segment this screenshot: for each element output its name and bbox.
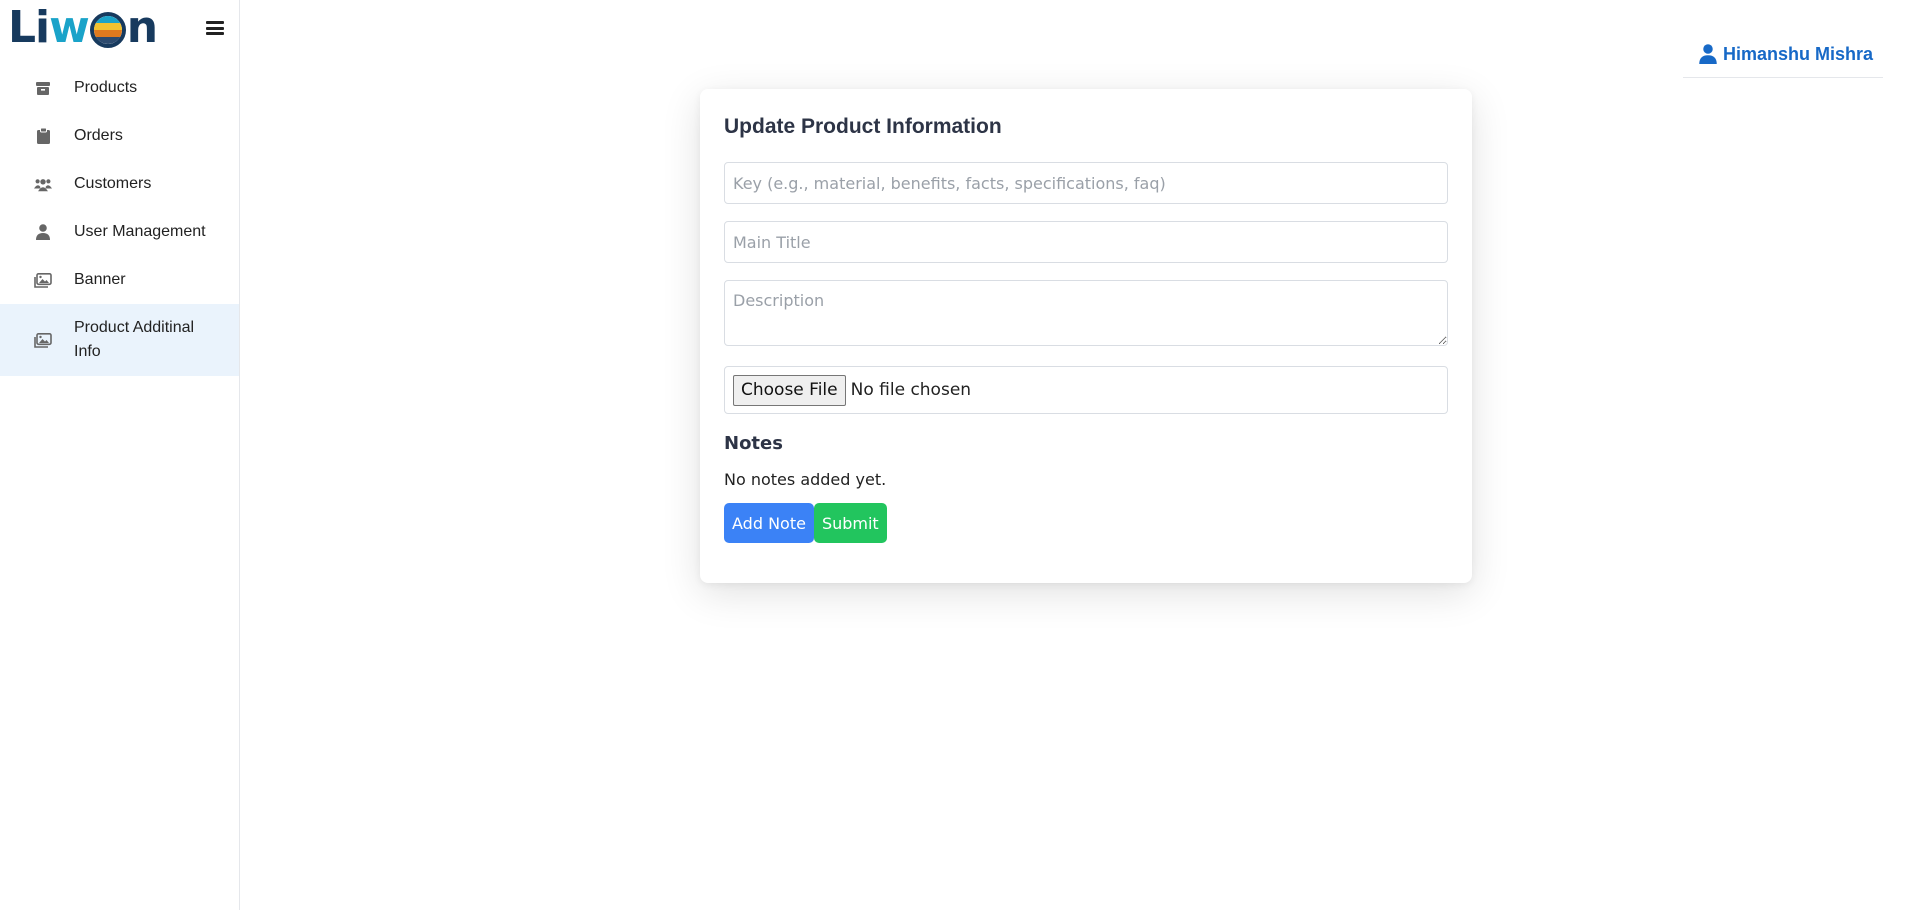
description-textarea[interactable] bbox=[724, 280, 1448, 346]
brand-logo[interactable]: Liwn bbox=[8, 2, 158, 53]
key-input[interactable] bbox=[724, 162, 1448, 204]
sidebar-item-products[interactable]: Products bbox=[0, 64, 239, 112]
user-icon bbox=[1699, 44, 1717, 64]
form-actions: Add Note Submit bbox=[724, 503, 1448, 543]
sidebar-item-orders[interactable]: Orders bbox=[0, 112, 239, 160]
images-icon bbox=[34, 331, 52, 349]
sidebar-item-banner[interactable]: Banner bbox=[0, 256, 239, 304]
logo-o-mark bbox=[89, 12, 126, 48]
main-title-input[interactable] bbox=[724, 221, 1448, 263]
notes-heading: Notes bbox=[724, 433, 783, 454]
logo-wordmark: Liwn bbox=[8, 2, 158, 53]
sidebar-item-user-management[interactable]: User Management bbox=[0, 208, 239, 256]
sidebar-nav: Products Orders Customers User Managemen… bbox=[0, 64, 239, 376]
sidebar-header: Liwn bbox=[0, 0, 239, 56]
box-icon bbox=[34, 79, 52, 97]
update-product-card: Update Product Information Choose File N… bbox=[700, 89, 1472, 583]
notes-empty-message: No notes added yet. bbox=[724, 470, 887, 489]
choose-file-button[interactable]: Choose File bbox=[733, 374, 846, 406]
submit-button[interactable]: Submit bbox=[813, 503, 887, 543]
sidebar-item-customers[interactable]: Customers bbox=[0, 160, 239, 208]
sidebar-item-product-additional-info[interactable]: Product Additinal Info bbox=[0, 304, 239, 376]
sidebar-item-label: User Management bbox=[74, 223, 206, 240]
page-title: Update Product Information bbox=[724, 115, 1002, 138]
add-note-button[interactable]: Add Note bbox=[724, 503, 814, 543]
sidebar-item-label: Orders bbox=[74, 127, 123, 144]
sidebar-item-label: Customers bbox=[74, 175, 152, 192]
clipboard-icon bbox=[34, 127, 52, 145]
users-icon bbox=[34, 175, 52, 193]
user-icon bbox=[34, 223, 52, 241]
menu-toggle-icon[interactable] bbox=[205, 19, 225, 37]
sidebar-item-label: Banner bbox=[74, 271, 126, 288]
file-status: No file chosen bbox=[850, 380, 972, 400]
sidebar: Liwn Products Orders Customers User Mana… bbox=[0, 0, 240, 910]
sidebar-item-label: Products bbox=[74, 79, 138, 96]
user-name: Himanshu Mishra bbox=[1722, 44, 1873, 64]
images-icon bbox=[34, 271, 52, 289]
sidebar-item-label: Product Additinal Info bbox=[74, 319, 195, 360]
file-upload-field: Choose File No file chosen bbox=[724, 366, 1448, 414]
user-menu[interactable]: Himanshu Mishra bbox=[1683, 40, 1883, 78]
